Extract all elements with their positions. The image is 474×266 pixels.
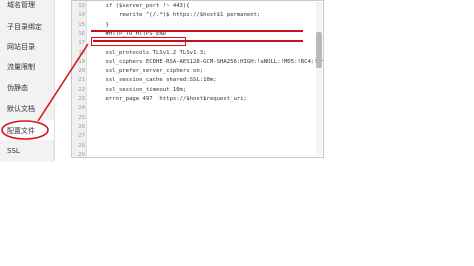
annotation-arrow: [1, 43, 89, 140]
arrow-line: [37, 43, 89, 122]
config-file-circle: [1, 120, 49, 140]
